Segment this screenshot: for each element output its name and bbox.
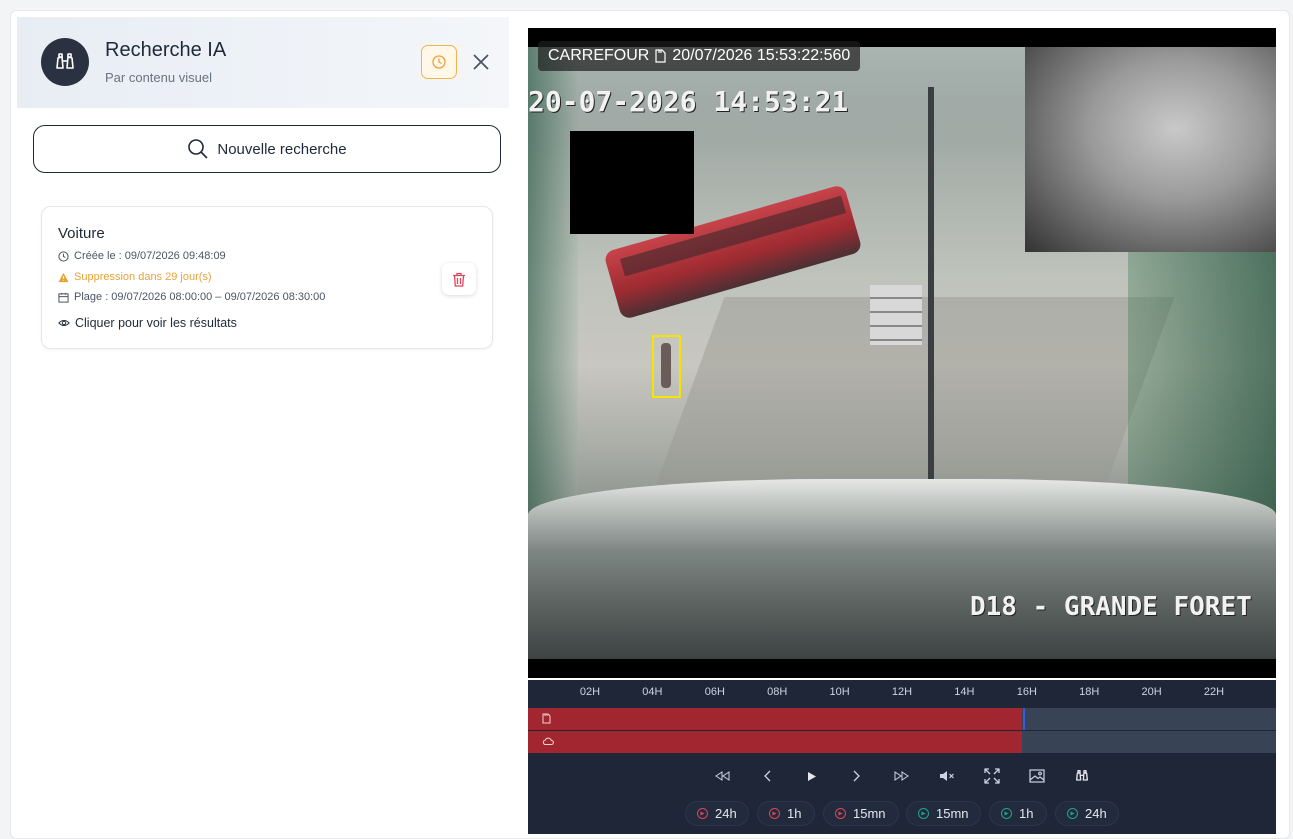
osd-location: D18 - GRANDE FORET — [970, 592, 1252, 622]
new-search-button[interactable]: Nouvelle recherche — [33, 125, 501, 173]
play-icon — [808, 771, 816, 781]
jump-forward-15mn-button[interactable]: 15mn — [906, 801, 981, 826]
deletion-text: Suppression dans 29 jour(s) — [74, 271, 212, 283]
range-row: Plage : 09/07/2026 08:00:00 – 09/07/2026… — [58, 291, 325, 303]
range-text: Plage : 09/07/2026 08:00:00 – 09/07/2026… — [74, 291, 326, 303]
close-button[interactable] — [465, 46, 497, 78]
rewind-circle-icon — [697, 808, 708, 819]
timeline-tick: 16H — [1016, 686, 1037, 698]
jump-back-24h-button[interactable]: 24h — [685, 801, 749, 826]
search-result-card[interactable]: Voiture Créée le : 09/07/2026 09:48:09 S… — [41, 206, 493, 349]
jump-back-1h-button[interactable]: 1h — [757, 801, 815, 826]
clock-icon — [432, 55, 446, 69]
image-icon — [1029, 769, 1045, 783]
timeline-panel: 02H 04H 06H 08H 10H 12H 14H 16H 18H 20H 22H — [528, 680, 1276, 834]
chevron-right-icon — [853, 770, 860, 782]
eye-icon — [58, 319, 70, 327]
timeline-tick: 02H — [579, 686, 601, 698]
timeline-tick: 20H — [1141, 686, 1162, 698]
direction-sign — [870, 285, 922, 345]
playback-controls — [528, 765, 1276, 787]
camera-name: CARREFOUR — [548, 47, 650, 64]
ai-search-button[interactable] — [1070, 765, 1094, 787]
forward-circle-icon — [1067, 808, 1078, 819]
jump-buttons: 24h 1h 15mn 15mn 1h 24h — [528, 801, 1276, 827]
volume-muted-icon — [940, 771, 954, 781]
rewind-icon — [715, 771, 730, 781]
video-timestamp: 20/07/2026 15:53:22:560 — [672, 47, 851, 64]
timeline-tick: 12H — [891, 686, 913, 698]
timeline-tick: 08H — [767, 686, 788, 698]
panel-title: Recherche IA — [105, 39, 227, 61]
next-frame-button[interactable] — [845, 765, 869, 787]
jump-forward-24h-button[interactable]: 24h — [1055, 801, 1119, 826]
fullscreen-button[interactable] — [980, 765, 1004, 787]
deletion-row: Suppression dans 29 jour(s) — [58, 271, 212, 283]
history-button[interactable] — [421, 45, 457, 79]
created-row: Créée le : 09/07/2026 09:48:09 — [58, 250, 226, 262]
timeline-tick: 18H — [1079, 686, 1100, 698]
binoculars-icon — [1076, 770, 1088, 781]
view-results-label: Cliquer pour voir les résultats — [75, 316, 237, 330]
calendar-icon — [58, 292, 69, 303]
play-button[interactable] — [800, 765, 824, 787]
trash-icon — [453, 272, 465, 287]
recorded-segment — [528, 731, 1022, 753]
detection-box[interactable] — [652, 335, 681, 398]
jump-label: 24h — [715, 806, 737, 821]
binoculars-icon — [56, 53, 74, 69]
forward-circle-icon — [1001, 808, 1012, 819]
jump-label: 15mn — [936, 806, 969, 821]
rewind-circle-icon — [835, 808, 846, 819]
search-icon — [188, 139, 208, 159]
ai-search-panel: Recherche IA Par contenu visuel Nouvelle… — [17, 17, 509, 829]
sd-card-icon — [542, 713, 551, 724]
jump-label: 15mn — [853, 806, 886, 821]
timeline-ticks: 02H 04H 06H 08H 10H 12H 14H 16H 18H 20H 22H — [528, 680, 1276, 706]
video-player[interactable]: 20-07-2026 14:53:21 D18 - GRANDE FORET C… — [528, 28, 1276, 678]
timeline-cursor[interactable] — [1023, 708, 1025, 730]
fast-forward-button[interactable] — [890, 765, 914, 787]
camera-tag: CARREFOUR 20/07/2026 15:53:22:560 — [538, 41, 861, 71]
jump-label: 1h — [787, 806, 802, 821]
clock-icon — [58, 250, 69, 262]
new-search-label: Nouvelle recherche — [217, 140, 347, 158]
osd-timestamp: 20-07-2026 14:53:21 — [528, 85, 849, 118]
timeline-tick: 22H — [1203, 686, 1225, 698]
close-icon — [473, 54, 489, 70]
chevron-left-icon — [764, 770, 771, 782]
rewind-button[interactable] — [710, 765, 734, 787]
timeline-tick: 04H — [642, 686, 663, 698]
recorded-segment — [528, 708, 1022, 730]
jump-label: 24h — [1085, 806, 1107, 821]
camera-dome — [1025, 47, 1276, 252]
binoculars-avatar — [41, 38, 89, 86]
jump-back-15mn-button[interactable]: 15mn — [823, 801, 899, 826]
timeline-tick: 06H — [704, 686, 725, 698]
cloud-icon — [542, 737, 554, 745]
rewind-circle-icon — [769, 808, 780, 819]
jump-forward-1h-button[interactable]: 1h — [989, 801, 1047, 826]
mute-button[interactable] — [935, 765, 959, 787]
fullscreen-icon — [984, 768, 1000, 784]
result-title: Voiture — [58, 225, 105, 242]
warning-icon — [58, 272, 69, 282]
sd-card-icon — [655, 49, 666, 63]
delete-button[interactable] — [442, 263, 476, 295]
timeline-tick: 10H — [829, 686, 850, 698]
previous-frame-button[interactable] — [755, 765, 779, 787]
panel-header: Recherche IA Par contenu visuel — [17, 17, 509, 108]
panel-subtitle: Par contenu visuel — [105, 70, 212, 85]
privacy-mask — [570, 131, 694, 234]
jump-label: 1h — [1019, 806, 1034, 821]
timeline-track-local[interactable] — [528, 708, 1276, 730]
fast-forward-icon — [894, 771, 909, 781]
view-results-link[interactable]: Cliquer pour voir les résultats — [58, 316, 237, 330]
created-text: Créée le : 09/07/2026 09:48:09 — [74, 250, 226, 262]
camera-image: 20-07-2026 14:53:21 D18 - GRANDE FORET — [528, 47, 1276, 659]
snapshot-button[interactable] — [1025, 765, 1049, 787]
timeline-tick: 14H — [954, 686, 975, 698]
forward-circle-icon — [918, 808, 929, 819]
timeline-track-cloud[interactable] — [528, 731, 1276, 753]
